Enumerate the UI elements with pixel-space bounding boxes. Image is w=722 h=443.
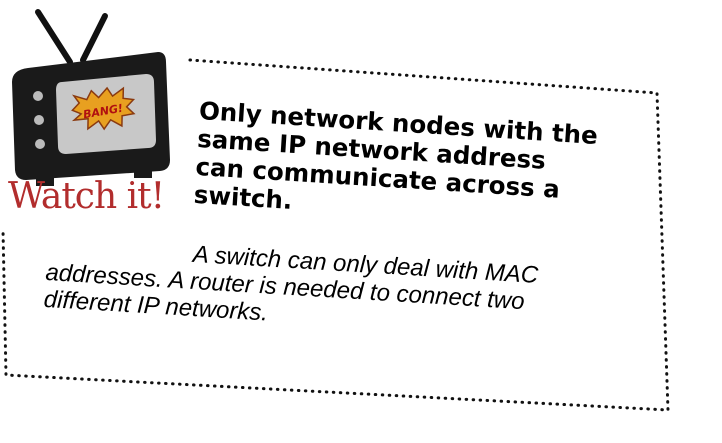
tv-antenna-left — [35, 9, 73, 65]
tv-knob — [33, 91, 43, 101]
watch-it-label: Watch it! — [8, 176, 165, 217]
tv-knob — [35, 139, 45, 149]
tv-knob — [34, 115, 44, 125]
tv-antenna-right — [80, 13, 108, 63]
watch-it-callout: BANG! Watch it! Only network nodes with … — [0, 0, 722, 443]
